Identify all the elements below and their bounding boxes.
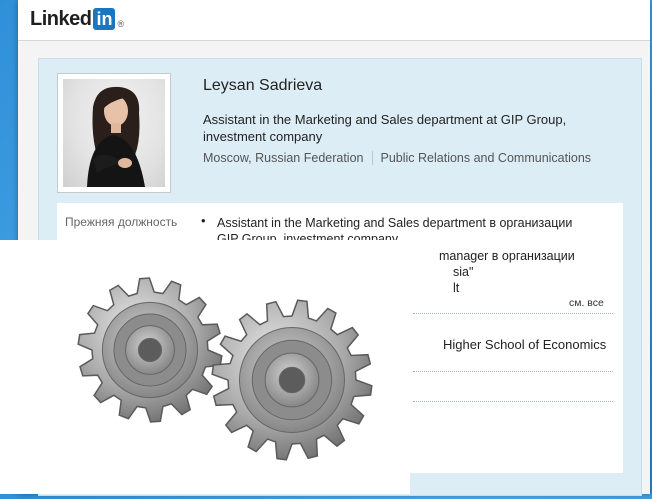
dotted-divider [413, 401, 613, 402]
see-all-link[interactable]: см. все [569, 297, 604, 309]
profile-headline: Assistant in the Marketing and Sales dep… [203, 112, 567, 144]
education-text[interactable]: Higher School of Economics [443, 337, 606, 352]
right-gear [211, 299, 373, 461]
gears-icon [77, 277, 373, 461]
left-gear [77, 277, 223, 423]
gears-overlay [0, 240, 410, 494]
profile-meta: Moscow, Russian Federation Public Relati… [203, 151, 591, 165]
dotted-divider [413, 371, 613, 372]
previous-position-label: Прежняя должность [65, 215, 178, 229]
previous-position-fragment: manager в организации [439, 249, 575, 263]
profile-photo [63, 79, 165, 187]
logo-in-badge: in [93, 8, 116, 30]
logo-registered-mark: ® [117, 19, 125, 29]
profile-location[interactable]: Moscow, Russian Federation [203, 151, 364, 165]
profile-industry[interactable]: Public Relations and Communications [381, 151, 592, 165]
list-bullet: • [201, 213, 206, 228]
dotted-divider [413, 313, 613, 314]
top-bar: Linked in ® [18, 0, 650, 41]
profile-photo-frame[interactable] [57, 73, 171, 193]
logo-word: Linked [30, 7, 92, 30]
meta-divider [371, 151, 373, 165]
linkedin-logo[interactable]: Linked in ® [30, 6, 124, 32]
profile-name[interactable]: Leysan Sadrieva [203, 77, 322, 95]
previous-position-fragment: sia" [453, 265, 474, 279]
previous-position-fragment: lt [453, 281, 460, 295]
profile-photo-figure [87, 86, 145, 187]
